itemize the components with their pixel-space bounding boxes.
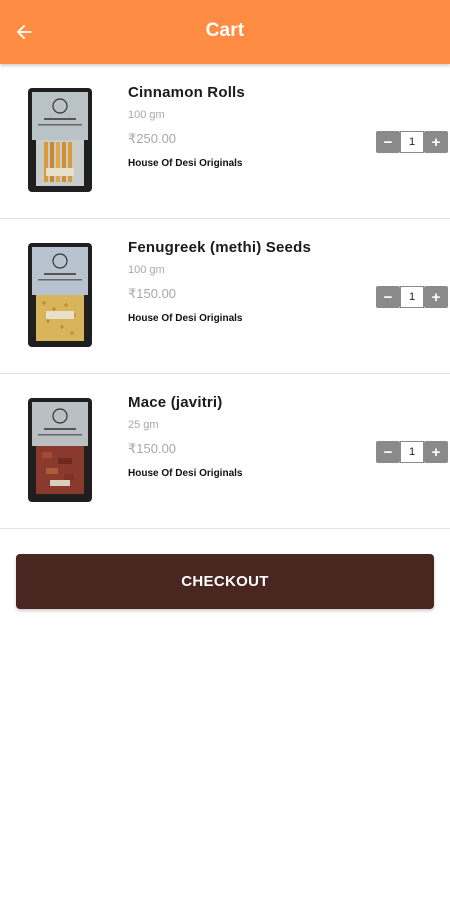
product-image: [28, 88, 92, 192]
cart-list: Cinnamon Rolls 100 gm ₹250.00 House Of D…: [0, 64, 450, 529]
decrease-quantity-button[interactable]: −: [376, 286, 400, 308]
quantity-value: 1: [400, 441, 424, 463]
quantity-stepper: − 1 +: [376, 131, 448, 153]
cart-item: Fenugreek (methi) Seeds 100 gm ₹150.00 H…: [0, 219, 450, 374]
quantity-value: 1: [400, 131, 424, 153]
page-title: Cart: [205, 20, 245, 41]
increase-quantity-button[interactable]: +: [424, 441, 448, 463]
product-brand: House Of Desi Originals: [128, 313, 243, 324]
cart-item: Mace (javitri) 25 gm ₹150.00 House Of De…: [0, 374, 450, 529]
increase-quantity-button[interactable]: +: [424, 131, 448, 153]
product-price: ₹250.00: [128, 131, 177, 146]
product-name[interactable]: Fenugreek (methi) Seeds: [128, 239, 311, 256]
product-name[interactable]: Mace (javitri): [128, 394, 223, 411]
product-brand: House Of Desi Originals: [128, 468, 243, 479]
product-image: [28, 398, 92, 502]
product-weight: 100 gm: [128, 264, 165, 276]
product-price: ₹150.00: [128, 286, 177, 301]
product-weight: 100 gm: [128, 109, 165, 121]
product-name[interactable]: Cinnamon Rolls: [128, 84, 245, 101]
quantity-stepper: − 1 +: [376, 286, 448, 308]
increase-quantity-button[interactable]: +: [424, 286, 448, 308]
cart-item: Cinnamon Rolls 100 gm ₹250.00 House Of D…: [0, 64, 450, 219]
quantity-value: 1: [400, 286, 424, 308]
decrease-quantity-button[interactable]: −: [376, 441, 400, 463]
product-price: ₹150.00: [128, 441, 177, 456]
checkout-button[interactable]: CHECKOUT: [16, 554, 434, 609]
app-header: Cart: [0, 0, 450, 64]
decrease-quantity-button[interactable]: −: [376, 131, 400, 153]
product-image: [28, 243, 92, 347]
product-weight: 25 gm: [128, 419, 159, 431]
product-brand: House Of Desi Originals: [128, 158, 243, 169]
quantity-stepper: − 1 +: [376, 441, 448, 463]
